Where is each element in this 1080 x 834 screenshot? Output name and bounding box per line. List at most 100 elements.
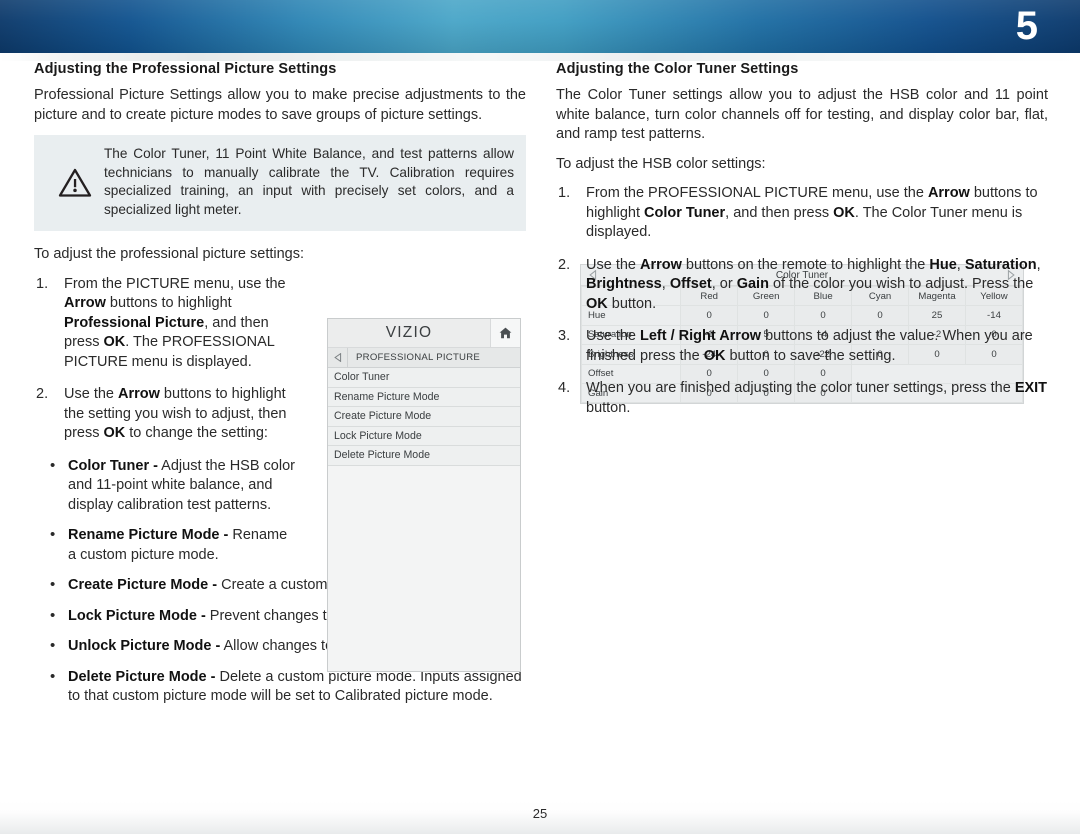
right-step-text-run-8: , bbox=[661, 276, 670, 292]
right-step-text-run-2: buttons on the remote to highlight the bbox=[681, 256, 930, 273]
right-step-text-run-5: OK bbox=[833, 204, 855, 221]
left-step-text-run-4: to change the setting: bbox=[125, 425, 268, 441]
right-step-item: 3. Use the Left / Right Arrow buttons to … bbox=[556, 327, 1048, 366]
right-step-text-run-4: , bbox=[956, 256, 965, 273]
right-step-list-top: 1. From the PROFESSIONAL PICTURE menu, us… bbox=[556, 184, 1048, 243]
right-step-text: When you are finished adjusting the colo… bbox=[586, 380, 1047, 416]
vizio-menu-item[interactable]: Lock Picture Mode bbox=[328, 426, 520, 447]
right-step-text-run-0: When you are finished adjusting the colo… bbox=[586, 380, 1015, 396]
left-step-text: Use the Arrow buttons to highlight the s… bbox=[64, 386, 286, 441]
left-step-text-run-1: Arrow bbox=[118, 386, 160, 402]
left-bullet-wide-text-run-0: Delete Picture Mode - bbox=[68, 668, 216, 685]
bullet-dot-icon: • bbox=[50, 637, 56, 654]
vizio-menu-item[interactable]: Color Tuner bbox=[328, 368, 520, 388]
chapter-number: 5 bbox=[1015, 4, 1038, 48]
right-step-text-run-6: , bbox=[1036, 256, 1041, 273]
back-triangle-icon[interactable] bbox=[328, 348, 348, 367]
left-intro-paragraph: Professional Picture Settings allow you … bbox=[34, 87, 526, 123]
left-step-item: 2. Use the Arrow buttons to highlight the… bbox=[34, 385, 296, 444]
vizio-menu-item[interactable]: Rename Picture Mode bbox=[328, 387, 520, 408]
vizio-logo: VIZIO bbox=[328, 319, 490, 347]
vizio-menu-figure: VIZIO PROFESSIONAL PICTURE Color Tuner Re… bbox=[327, 318, 521, 672]
vizio-menu-item[interactable]: Create Picture Mode bbox=[328, 407, 520, 427]
vizio-menu-breadcrumb: PROFESSIONAL PICTURE bbox=[328, 348, 520, 368]
right-step-text-run-3: Color Tuner bbox=[644, 204, 726, 221]
right-step-item: 4. When you are finished adjusting the co… bbox=[556, 379, 1048, 418]
right-step-text-run-14: button. bbox=[607, 295, 657, 312]
left-step-item: 1. From the PICTURE menu, use the Arrow b… bbox=[34, 275, 296, 373]
right-column: Adjusting the Color Tuner Settings The C… bbox=[556, 61, 1048, 431]
left-bullet-wide-text-run-0: Unlock Picture Mode - bbox=[68, 638, 221, 654]
left-step-text-run-3: OK bbox=[103, 425, 126, 441]
right-step-text-run-13: OK bbox=[586, 295, 608, 312]
right-step-text: Use the Arrow buttons on the remote to h… bbox=[586, 257, 1041, 312]
right-step-text-run-3: Hue bbox=[929, 256, 957, 273]
right-step-list-bottom: 2. Use the Arrow buttons on the remote to… bbox=[556, 256, 1048, 419]
right-step-text-run-3: OK bbox=[703, 347, 726, 364]
bullet-dot-icon: • bbox=[50, 456, 56, 474]
left-bullet-narrow-text-run-0: Rename Picture Mode - bbox=[68, 527, 229, 543]
left-bullet-narrow-text: Color Tuner - Adjust the HSB color and 1… bbox=[68, 458, 295, 513]
right-step-number: 1. bbox=[558, 185, 571, 201]
warning-note-text: The Color Tuner, 11 Point White Balance,… bbox=[104, 146, 514, 217]
left-bullet-wide-text-run-0: Lock Picture Mode - bbox=[68, 607, 206, 624]
bullet-dot-icon: • bbox=[50, 667, 56, 685]
right-step-text-run-9: Offset bbox=[669, 276, 712, 292]
left-step-number: 2. bbox=[36, 386, 49, 402]
vizio-menu-item-list: Color Tuner Rename Picture Mode Create Pic… bbox=[328, 368, 520, 466]
left-step-number: 1. bbox=[36, 275, 49, 292]
left-bullet-narrow-text: Rename Picture Mode - Rename a custom pi… bbox=[68, 527, 287, 563]
chapter-banner: 5 bbox=[0, 0, 1080, 53]
right-step-text-run-2: button. bbox=[586, 399, 631, 416]
right-step-text-run-1: EXIT bbox=[1014, 380, 1048, 396]
bullet-dot-icon: • bbox=[50, 526, 56, 543]
right-step-text-run-1: Left / Right Arrow bbox=[640, 328, 762, 344]
left-lead-in: To adjust the professional picture setti… bbox=[34, 246, 305, 262]
left-bullet-narrow-text-run-0: Color Tuner - bbox=[68, 457, 158, 474]
page-number: 25 bbox=[532, 806, 548, 821]
left-section-title: Adjusting the Professional Picture Setti… bbox=[34, 61, 337, 77]
left-step-text-run-2: buttons to highlight bbox=[105, 295, 232, 311]
right-step-text-run-1: Arrow bbox=[640, 256, 682, 273]
right-step-text-run-4: , and then press bbox=[725, 204, 834, 221]
left-step-text-run-3: Professional Picture bbox=[64, 314, 205, 331]
page-footer: 25 bbox=[0, 801, 1080, 834]
right-section-title: Adjusting the Color Tuner Settings bbox=[556, 61, 799, 77]
right-intro-paragraph: The Color Tuner settings allow you to ad… bbox=[556, 87, 1048, 142]
right-step-text-run-4: button to save the setting. bbox=[725, 347, 896, 364]
right-step-text-run-11: Gain bbox=[736, 276, 769, 292]
right-step-text: Use the Left / Right Arrow buttons to ad… bbox=[586, 328, 1033, 364]
left-step-text-run-5: OK bbox=[103, 334, 126, 350]
right-step-number: 3. bbox=[558, 328, 571, 344]
right-step-number: 4. bbox=[558, 380, 571, 396]
right-step-text-run-5: Saturation bbox=[964, 256, 1037, 273]
right-lead-in: To adjust the HSB color settings: bbox=[556, 155, 766, 172]
right-step-item: 1. From the PROFESSIONAL PICTURE menu, us… bbox=[556, 184, 1048, 243]
left-step-text-run-0: Use the bbox=[64, 386, 118, 402]
left-bullet-narrow-item: • Rename Picture Mode - Rename a custom p… bbox=[34, 526, 296, 565]
banner-underglow bbox=[0, 53, 1080, 61]
bullet-dot-icon: • bbox=[50, 606, 56, 624]
left-bullet-narrow-item: • Color Tuner - Adjust the HSB color and … bbox=[34, 457, 296, 516]
right-step-text-run-1: Arrow bbox=[927, 185, 970, 201]
page-body: Adjusting the Professional Picture Setti… bbox=[0, 61, 1080, 801]
vizio-menu-titlebar: VIZIO bbox=[328, 319, 520, 348]
right-step-text-run-0: Use the bbox=[586, 256, 640, 273]
right-step-number: 2. bbox=[558, 256, 571, 273]
banner-sheen bbox=[0, 0, 1080, 53]
left-step-list: 1. From the PICTURE menu, use the Arrow b… bbox=[34, 275, 296, 444]
right-step-text-run-12: of the color you wish to adjust. Press t… bbox=[768, 276, 1034, 292]
right-step-text-run-7: Brightness bbox=[586, 276, 662, 292]
bullet-dot-icon: • bbox=[50, 576, 56, 593]
right-step-item: 2. Use the Arrow buttons on the remote to… bbox=[556, 256, 1048, 315]
vizio-menu-item[interactable]: Delete Picture Mode bbox=[328, 446, 520, 466]
left-step-text-run-0: From the PICTURE menu, use the bbox=[64, 275, 286, 292]
warning-note-box: The Color Tuner, 11 Point White Balance,… bbox=[34, 135, 526, 231]
right-step-text-run-0: Use the bbox=[586, 328, 640, 344]
left-bullet-list-narrow: • Color Tuner - Adjust the HSB color and … bbox=[34, 457, 296, 566]
home-icon[interactable] bbox=[490, 319, 520, 347]
right-step-text-run-10: , or bbox=[711, 276, 737, 292]
right-step-text-run-0: From the PROFESSIONAL PICTURE menu, use … bbox=[586, 185, 928, 201]
left-bullet-wide-item: • Delete Picture Mode - Delete a custom p… bbox=[34, 668, 526, 707]
vizio-menu-breadcrumb-label: PROFESSIONAL PICTURE bbox=[356, 352, 481, 363]
